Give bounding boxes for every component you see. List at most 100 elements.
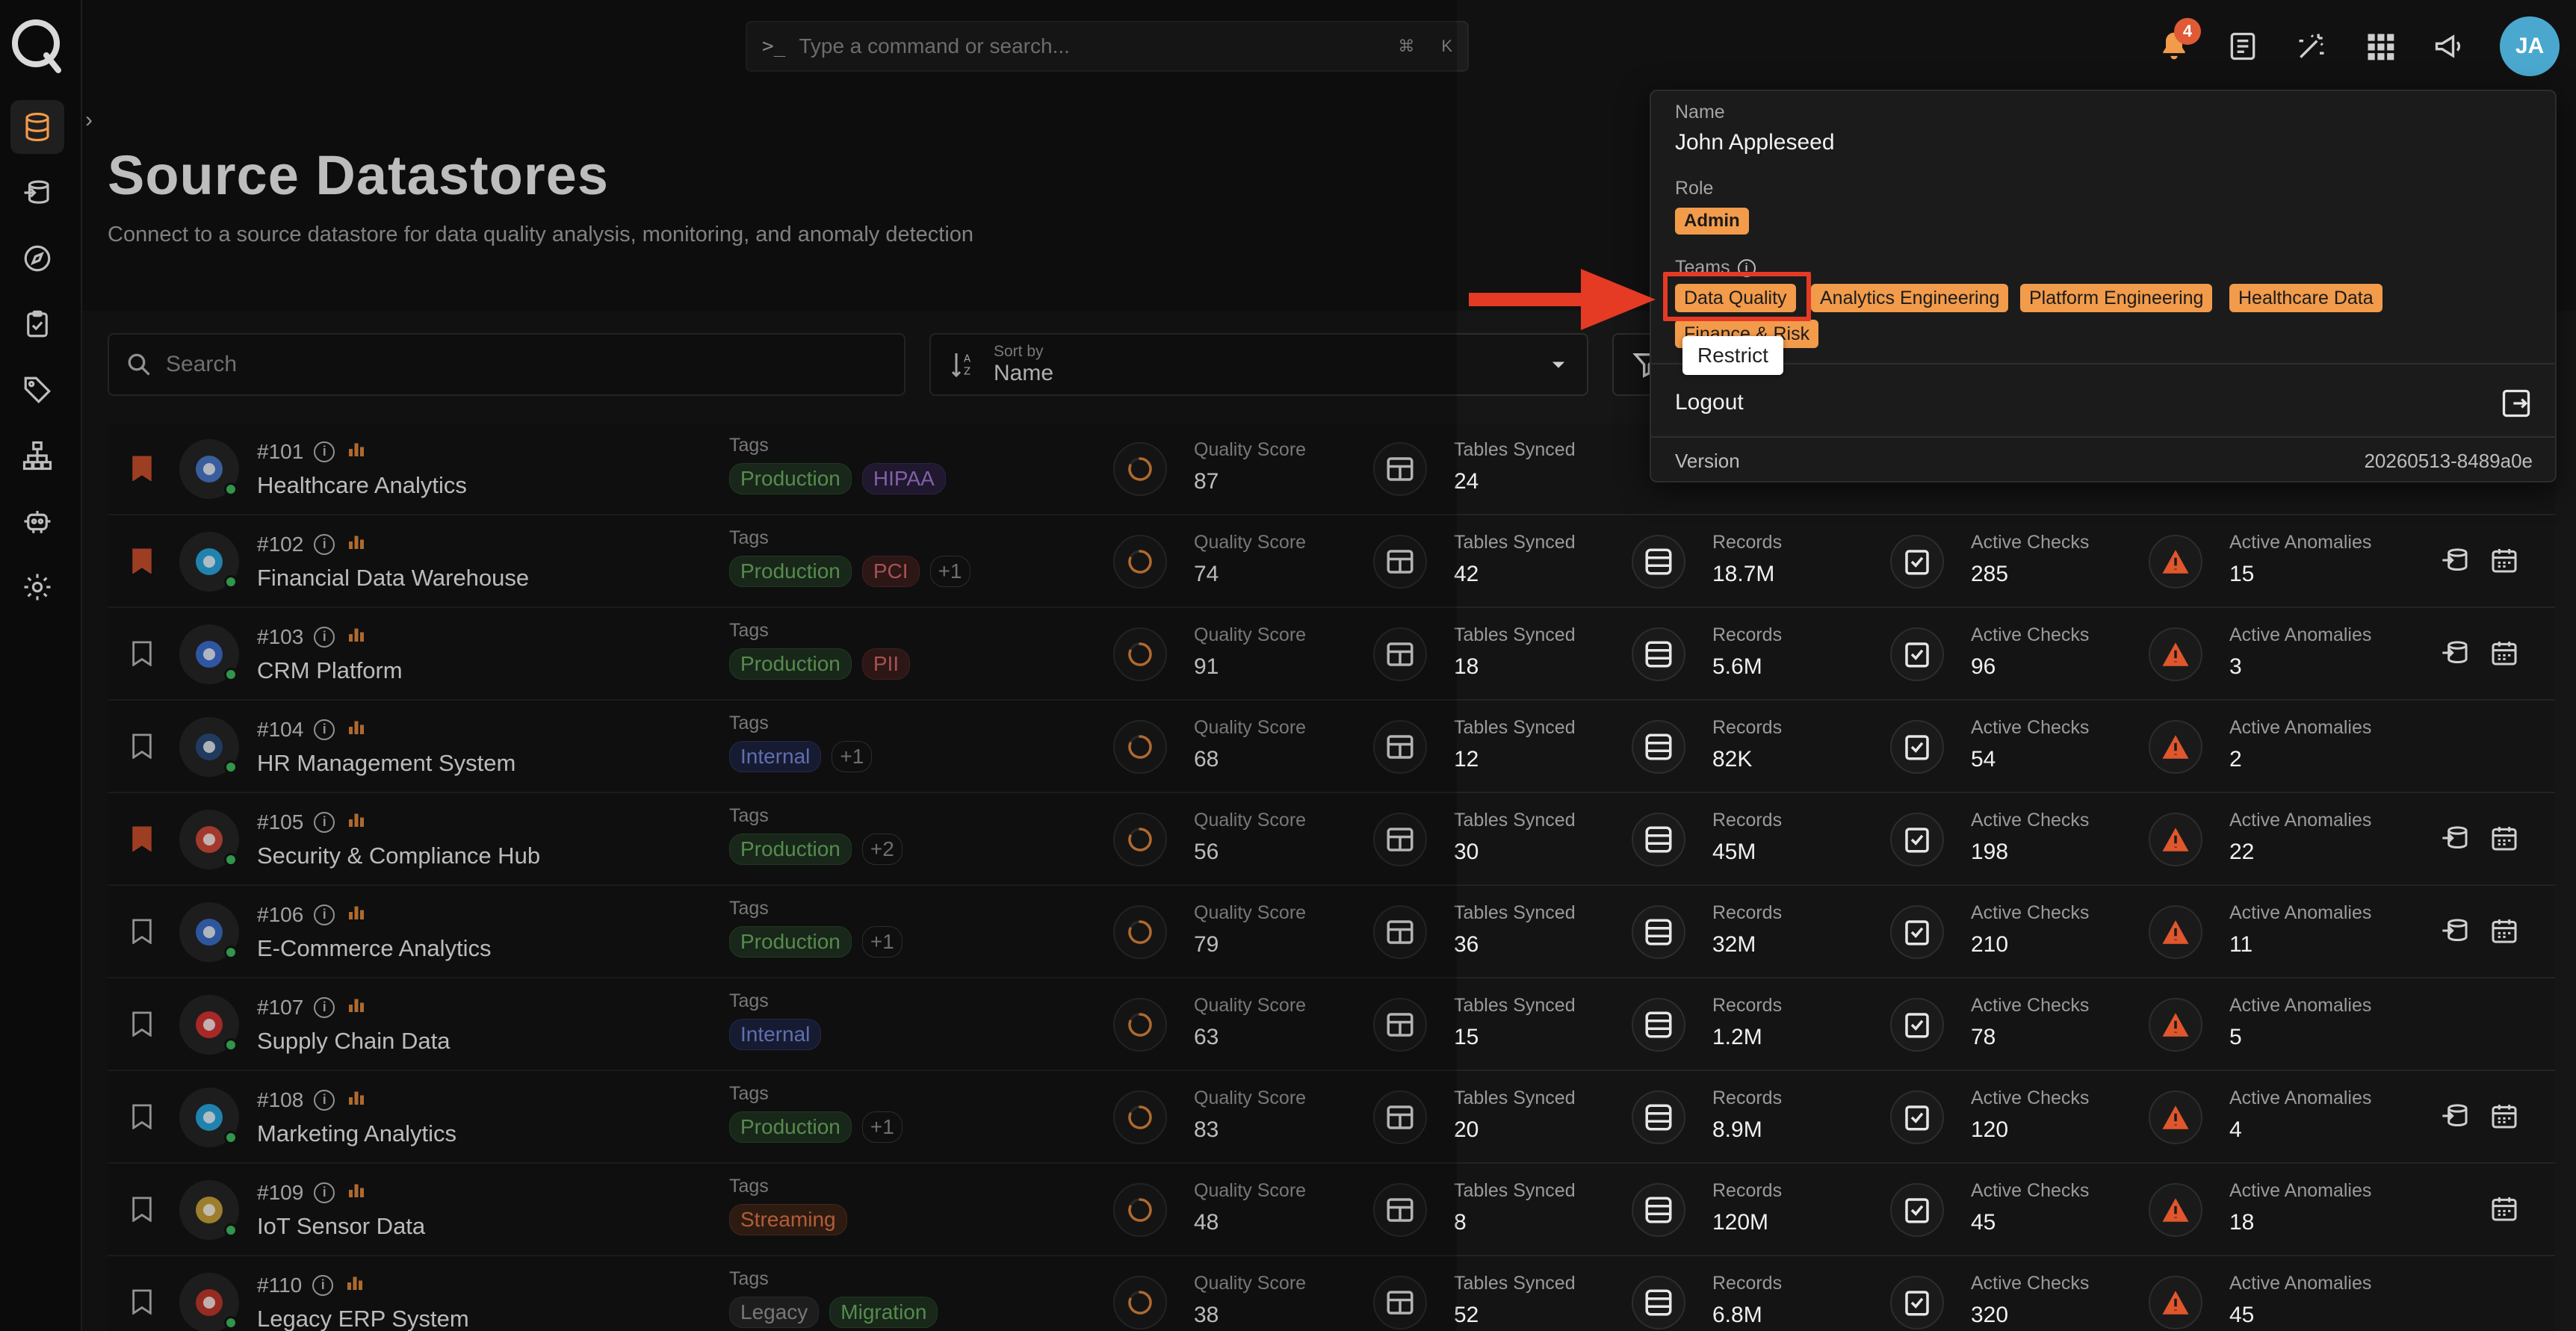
tag-chip[interactable]: +2 (861, 834, 902, 865)
magic-wand-icon[interactable] (2277, 15, 2346, 78)
notifications-bell-icon[interactable]: 4 (2140, 15, 2208, 78)
search-input[interactable] (166, 352, 888, 377)
tag-chip[interactable]: Streaming (729, 1204, 847, 1235)
tag-chip[interactable]: Production (729, 463, 852, 494)
sync-icon[interactable] (2440, 916, 2470, 949)
quality-score-ring-icon (1113, 535, 1167, 589)
info-icon[interactable]: i (314, 811, 335, 833)
metric-value: 320 (1971, 1303, 2009, 1327)
tag-chip[interactable]: PCI (861, 556, 920, 587)
calendar-icon[interactable] (2489, 916, 2519, 949)
bookmark-icon[interactable] (131, 456, 152, 482)
tag-chip[interactable]: Internal (729, 1019, 822, 1050)
app-logo[interactable] (9, 16, 63, 75)
settings-nav-icon[interactable] (10, 560, 64, 614)
tags-nav-icon[interactable] (10, 363, 64, 417)
explore-nav-icon[interactable] (10, 232, 64, 285)
datastore-name[interactable]: Marketing Analytics (257, 1120, 456, 1147)
command-bar[interactable]: >_ Type a command or search... ⌘ K (746, 21, 1469, 72)
bookmark-icon[interactable] (131, 733, 152, 760)
apps-grid-icon[interactable] (2346, 15, 2415, 78)
tag-chip[interactable]: HIPAA (861, 463, 946, 494)
team-chip-healthcare-data[interactable]: Healthcare Data (2229, 284, 2383, 312)
datastores-nav-icon[interactable] (10, 100, 64, 154)
info-icon[interactable]: i (314, 533, 335, 555)
tag-chip[interactable]: Production (729, 926, 852, 958)
bookmark-icon[interactable] (131, 1289, 152, 1315)
info-icon[interactable]: i (314, 441, 335, 462)
datastore-row[interactable]: #108 i Marketing Analytics Tags Production +1… (108, 1071, 2555, 1164)
tag-chip[interactable]: +1 (832, 741, 873, 772)
bookmark-icon[interactable] (131, 548, 152, 574)
calendar-icon[interactable] (2489, 545, 2519, 579)
tag-chip[interactable]: Production (729, 834, 852, 865)
search-box[interactable] (108, 333, 905, 396)
tag-chip[interactable]: Internal (729, 741, 822, 772)
datastore-name[interactable]: Security & Compliance Hub (257, 843, 540, 869)
bookmark-icon[interactable] (131, 1197, 152, 1223)
info-icon[interactable]: i (314, 1089, 335, 1111)
bookmark-icon[interactable] (131, 826, 152, 852)
sync-icon[interactable] (2440, 1101, 2470, 1135)
sync-icon[interactable] (2440, 823, 2470, 857)
metric-label: Records (1712, 995, 1783, 1016)
info-icon[interactable]: i (314, 719, 335, 740)
expand-sidebar-chevron-icon[interactable]: › (85, 108, 112, 134)
datastore-name[interactable]: E-Commerce Analytics (257, 935, 492, 962)
calendar-icon[interactable] (2489, 1194, 2519, 1227)
hierarchy-nav-icon[interactable] (10, 429, 64, 483)
logout-icon[interactable] (2500, 387, 2533, 420)
bookmark-icon[interactable] (131, 1104, 152, 1130)
checks-nav-icon[interactable] (10, 297, 64, 351)
agent-nav-icon[interactable] (10, 494, 64, 548)
datastore-name[interactable]: Healthcare Analytics (257, 472, 467, 499)
datastore-row[interactable]: #109 i IoT Sensor Data Tags Streaming Quality… (108, 1164, 2555, 1256)
datastore-row[interactable]: #102 i Financial Data Warehouse Tags Product… (108, 515, 2555, 608)
bookmark-icon[interactable] (131, 919, 152, 945)
datastore-row[interactable]: #105 i Security & Compliance Hub Tags Produc… (108, 793, 2555, 886)
docs-icon[interactable] (2208, 15, 2277, 78)
metric-value: 68 (1194, 747, 1219, 772)
bookmark-icon[interactable] (131, 641, 152, 667)
info-icon[interactable]: i (312, 1274, 334, 1296)
datastore-name[interactable]: CRM Platform (257, 657, 403, 684)
tag-chip[interactable]: +1 (861, 926, 902, 958)
datastore-name[interactable]: HR Management System (257, 750, 515, 777)
sort-select[interactable]: AZ Sort by Name (929, 333, 1588, 396)
tag-chip[interactable]: Migration (829, 1297, 938, 1328)
calendar-icon[interactable] (2489, 638, 2519, 671)
tag-chip[interactable]: Legacy (729, 1297, 820, 1328)
tag-chip[interactable]: Production (729, 648, 852, 680)
calendar-icon[interactable] (2489, 1101, 2519, 1135)
info-icon[interactable]: i (314, 904, 335, 925)
enrichment-nav-icon[interactable] (10, 166, 64, 220)
tag-chip[interactable]: PII (861, 648, 911, 680)
datastore-row[interactable]: #103 i CRM Platform Tags Production PII Qualit… (108, 608, 2555, 701)
user-avatar[interactable]: JA (2500, 16, 2560, 76)
bookmark-icon[interactable] (131, 1011, 152, 1037)
datastore-row[interactable]: #106 i E-Commerce Analytics Tags Production +… (108, 886, 2555, 978)
datastore-name[interactable]: Supply Chain Data (257, 1028, 451, 1055)
datastore-name[interactable]: IoT Sensor Data (257, 1213, 425, 1240)
info-icon[interactable]: i (314, 1182, 335, 1203)
sync-icon[interactable] (2440, 545, 2470, 579)
logout-button[interactable]: Logout (1675, 390, 1744, 415)
sync-icon[interactable] (2440, 638, 2470, 671)
announcements-megaphone-icon[interactable] (2415, 15, 2483, 78)
user-name: John Appleseed (1675, 130, 1835, 155)
team-chip-platform-engineering[interactable]: Platform Engineering (2020, 284, 2213, 312)
tag-chip[interactable]: +1 (929, 556, 970, 587)
datastore-name[interactable]: Legacy ERP System (257, 1306, 469, 1331)
calendar-icon[interactable] (2489, 823, 2519, 857)
datastore-row[interactable]: #110 i Legacy ERP System Tags Legacy Migratio… (108, 1256, 2555, 1331)
info-icon[interactable]: i (314, 996, 335, 1018)
info-icon[interactable]: i (314, 626, 335, 648)
datastore-name[interactable]: Financial Data Warehouse (257, 565, 529, 592)
team-chip-analytics-engineering[interactable]: Analytics Engineering (1811, 284, 2009, 312)
tag-chip[interactable]: Production (729, 556, 852, 587)
tag-chip[interactable]: Production (729, 1111, 852, 1143)
pointer-arrow-icon (1469, 269, 1656, 330)
datastore-row[interactable]: #104 i HR Management System Tags Internal +1 Q… (108, 701, 2555, 793)
datastore-row[interactable]: #107 i Supply Chain Data Tags Internal Qualit… (108, 978, 2555, 1071)
tag-chip[interactable]: +1 (861, 1111, 902, 1143)
